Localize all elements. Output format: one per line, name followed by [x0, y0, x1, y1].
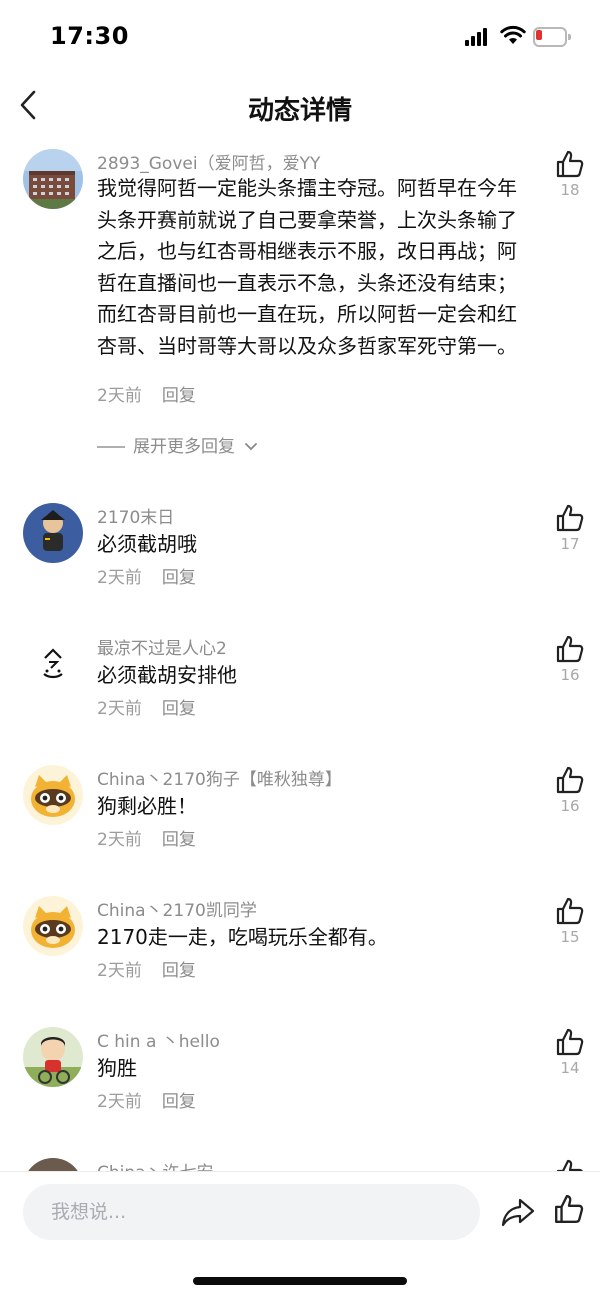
like-count: 17 [560, 535, 580, 553]
reply-button[interactable]: 回复 [162, 1092, 196, 1112]
home-indicator[interactable] [193, 1277, 407, 1285]
like-count: 18 [560, 181, 580, 199]
comment-item: China丶2170凯同学 2170走一走，吃喝玩乐全都有。 2天前 回复 15 [0, 896, 600, 986]
battery-level [536, 30, 542, 40]
comment-item: 2170末日 必须截胡哦 2天前 回复 17 [0, 503, 600, 593]
expand-more-label: 展开更多回复 [133, 437, 235, 457]
username[interactable]: China丶许七安 [97, 1158, 214, 1172]
reply-button[interactable]: 回复 [162, 830, 196, 850]
comment-meta: 2天前 回复 [97, 563, 196, 588]
avatar[interactable] [23, 1027, 83, 1087]
comment-time: 2天前 [97, 961, 142, 981]
comment-text: 必须截胡哦 [97, 532, 197, 556]
thumbs-up-icon [556, 1159, 584, 1172]
like-button[interactable]: 17 [553, 503, 587, 553]
comment-time: 2天前 [97, 386, 142, 406]
thumbs-up-icon [556, 897, 584, 925]
comment-item: China丶许七安 [0, 1158, 600, 1172]
like-button[interactable]: 14 [553, 1027, 587, 1077]
avatar[interactable] [23, 634, 83, 694]
thumbs-up-icon [556, 766, 584, 794]
share-icon [501, 1198, 535, 1227]
like-count: 15 [560, 928, 580, 946]
reply-button[interactable]: 回复 [162, 386, 196, 406]
chevron-down-icon [245, 443, 258, 451]
comment-time: 2天前 [97, 699, 142, 719]
avatar[interactable] [23, 503, 83, 563]
like-button[interactable] [553, 1158, 587, 1172]
reply-button[interactable]: 回复 [162, 961, 196, 981]
username[interactable]: 最凉不过是人心2 [97, 634, 227, 659]
thumbs-up-icon [555, 1195, 584, 1223]
avatar[interactable] [23, 765, 83, 825]
thumbs-up-icon [556, 635, 584, 663]
status-bar: 17:30 [0, 0, 600, 78]
comment-item: C hin a 丶hello 狗胜 2天前 回复 14 [0, 1027, 600, 1117]
avatar[interactable] [23, 896, 83, 956]
page-title: 动态详情 [247, 96, 352, 126]
battery-icon [533, 27, 571, 47]
like-count: 16 [560, 797, 580, 815]
comment-text: 2170走一走，吃喝玩乐全都有。 [97, 925, 388, 949]
comment-text: 狗胜 [97, 1056, 137, 1080]
comment-item: 2893_Govei（爱阿哲，爱YY 我觉得阿哲一定能头条擂主夺冠。阿哲早在今年… [0, 149, 600, 457]
comment-time: 2天前 [97, 830, 142, 850]
comment-list: 2893_Govei（爱阿哲，爱YY 我觉得阿哲一定能头条擂主夺冠。阿哲早在今年… [0, 138, 600, 1172]
comment-input[interactable] [23, 1184, 480, 1240]
thumbs-up-icon [556, 504, 584, 532]
comment-meta: 2天前 回复 [97, 381, 196, 406]
username[interactable]: China丶2170狗子【唯秋独尊】 [97, 765, 342, 790]
like-button[interactable]: 16 [553, 765, 587, 815]
comment-text: 我觉得阿哲一定能头条擂主夺冠。阿哲早在今年头条开赛前就说了自己要拿荣誉，上次头条… [97, 176, 517, 358]
signal-icon [465, 28, 491, 46]
like-count: 16 [560, 666, 580, 684]
reply-button[interactable]: 回复 [162, 568, 196, 588]
like-post-button[interactable] [553, 1193, 587, 1227]
username[interactable]: China丶2170凯同学 [97, 896, 257, 921]
username[interactable]: C hin a 丶hello [97, 1027, 220, 1052]
comment-meta: 2天前 回复 [97, 956, 196, 981]
like-count: 14 [560, 1059, 580, 1077]
comment-meta: 2天前 回复 [97, 694, 196, 719]
thumbs-up-icon [556, 1028, 584, 1056]
reply-button[interactable]: 回复 [162, 699, 196, 719]
status-time: 17:30 [50, 22, 129, 50]
comment-item: 最凉不过是人心2 必须截胡安排他 2天前 回复 16 [0, 634, 600, 724]
wifi-icon [500, 25, 526, 44]
thumbs-up-icon [556, 150, 584, 178]
comment-meta: 2天前 回复 [97, 1087, 196, 1112]
username[interactable]: 2893_Govei（爱阿哲，爱YY [97, 149, 320, 174]
comment-text: 必须截胡安排他 [97, 663, 237, 687]
avatar[interactable] [23, 1158, 83, 1172]
expand-more-replies[interactable]: 展开更多回复 [97, 432, 258, 457]
like-button[interactable]: 15 [553, 896, 587, 946]
like-button[interactable]: 16 [553, 634, 587, 684]
comment-text: 狗剩必胜！ [97, 794, 197, 818]
share-button[interactable] [500, 1196, 536, 1228]
username[interactable]: 2170末日 [97, 503, 174, 528]
like-button[interactable]: 18 [553, 149, 587, 199]
comment-meta: 2天前 回复 [97, 825, 196, 850]
comment-item: China丶2170狗子【唯秋独尊】 狗剩必胜！ 2天前 回复 16 [0, 765, 600, 855]
nav-bar: 动态详情 [0, 78, 600, 138]
comment-time: 2天前 [97, 1092, 142, 1112]
avatar[interactable] [23, 149, 83, 209]
comment-time: 2天前 [97, 568, 142, 588]
